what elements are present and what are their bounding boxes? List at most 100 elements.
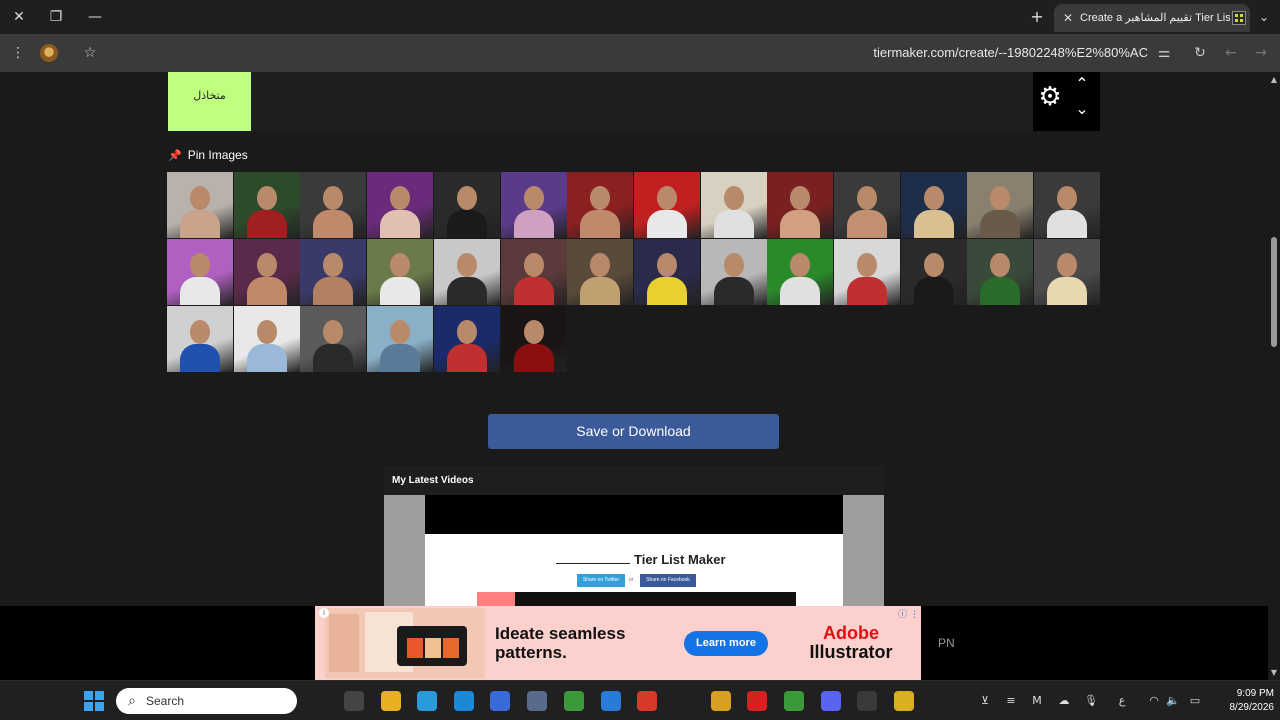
tier-image-item[interactable] [433, 172, 500, 238]
browser-tab[interactable]: ✕ Create a تقييم المشاهير Tier List [1054, 4, 1250, 32]
netflix-icon[interactable] [674, 691, 694, 711]
tray-mic-icon[interactable]: 🎙 [1083, 693, 1099, 709]
app-icon[interactable] [601, 691, 621, 711]
tier-image-item[interactable] [367, 172, 434, 238]
profile-avatar-icon[interactable] [40, 44, 58, 62]
ad-learn-more-button[interactable]: Learn more [684, 631, 768, 656]
back-icon[interactable]: ← [1221, 43, 1241, 63]
tier-image-item[interactable] [433, 239, 500, 305]
video-tier-row [477, 592, 796, 606]
page-scrollbar[interactable]: ▲ ▼ [1268, 72, 1280, 680]
bookmark-star-icon[interactable]: ☆ [80, 43, 100, 63]
scrollbar-thumb[interactable] [1271, 237, 1277, 347]
tab-close-icon[interactable]: ✕ [1060, 9, 1076, 27]
tier-image-item[interactable] [834, 239, 900, 305]
chevron-down-icon[interactable]: ⌄ [1073, 101, 1091, 117]
tier-image-item[interactable] [300, 172, 367, 238]
taskbar: ⌕ Search ⊻ ≡ M ☁ 🎙 ع ◠ 🔈 ▭ 9:09 PM 8/29/… [0, 680, 1280, 720]
tray-language-icon[interactable]: ع [1114, 693, 1130, 709]
save-download-button[interactable]: Save or Download [488, 414, 779, 449]
tier-image-item[interactable] [167, 306, 233, 372]
tier-label[interactable]: متخاذل [168, 72, 251, 131]
adobe-ad-banner[interactable]: i Ideate seamless patterns. Learn more A… [315, 606, 921, 680]
tier-image-item[interactable] [433, 306, 500, 372]
pdf-icon[interactable] [637, 691, 657, 711]
page-content: متخاذل ⚙ ⌃ ⌄ 📌 Pin Images Save or Downloa… [0, 72, 1268, 606]
tier-image-item[interactable] [567, 172, 634, 238]
tier-image-item[interactable] [900, 172, 967, 238]
kebab-menu-icon[interactable]: ⋮ [8, 43, 28, 63]
chrome-icon[interactable] [564, 691, 584, 711]
tier-image-item[interactable] [767, 172, 834, 238]
battery-icon[interactable]: ▭ [1187, 693, 1203, 709]
tray-vpn-icon[interactable]: ⊻ [977, 693, 993, 709]
url-field[interactable]: tiermaker.com/create/--19802248%E2%80%AC [700, 45, 1148, 60]
video-player[interactable]: Tier List Maker Share on Twitter or Shar… [384, 495, 884, 606]
tier-image-item[interactable] [700, 172, 767, 238]
tray-settings-icon[interactable]: ≡ [1003, 693, 1019, 709]
minimize-icon[interactable]: — [84, 7, 106, 27]
forward-icon[interactable]: → [1251, 43, 1271, 63]
tier-image-item[interactable] [167, 239, 233, 305]
tier-row[interactable]: متخاذل ⚙ ⌃ ⌄ [168, 72, 1100, 131]
tier-image-item[interactable] [1034, 239, 1101, 305]
tier-image-item[interactable] [767, 239, 834, 305]
tier-image-item[interactable] [967, 172, 1034, 238]
tab-menu-icon[interactable]: ⌄ [1254, 7, 1274, 27]
chrome-beta-icon[interactable] [711, 691, 731, 711]
tier-image-item[interactable] [233, 172, 300, 238]
tier-image-item[interactable] [567, 239, 634, 305]
tray-cloud-icon[interactable]: ☁ [1056, 693, 1072, 709]
tier-image-item[interactable] [633, 239, 700, 305]
scroll-down-icon[interactable]: ▼ [1270, 669, 1278, 677]
tier-image-item[interactable] [500, 172, 567, 238]
restore-icon[interactable]: ❐ [45, 7, 67, 27]
pin-images-toggle[interactable]: 📌 Pin Images [168, 148, 248, 162]
chrome-active-icon[interactable] [784, 691, 804, 711]
close-icon[interactable]: ✕ [8, 7, 30, 27]
tier-image-item[interactable] [633, 172, 700, 238]
videos-title: My Latest Videos [392, 475, 474, 486]
tier-image-item[interactable] [233, 306, 300, 372]
video-frame: Tier List Maker Share on Twitter or Shar… [425, 534, 843, 606]
ad-options-icon[interactable]: ⓘ ⋮ [897, 607, 919, 620]
tier-image-item[interactable] [233, 239, 300, 305]
tier-image-item[interactable] [500, 306, 567, 372]
discord-icon[interactable] [821, 691, 841, 711]
tier-image-item[interactable] [834, 172, 900, 238]
file-explorer-icon[interactable] [381, 691, 401, 711]
tier-image-item[interactable] [300, 239, 367, 305]
ad-privacy-icon[interactable]: i [319, 608, 329, 618]
taskbar-search[interactable]: ⌕ Search [116, 688, 297, 714]
tray-mail-icon[interactable]: M [1029, 693, 1045, 709]
taskbar-clock[interactable]: 9:09 PM 8/29/2026 [1220, 687, 1275, 715]
windows-start-icon[interactable] [84, 691, 104, 711]
telegram-icon[interactable] [417, 691, 437, 711]
wifi-icon[interactable]: ◠ [1146, 693, 1162, 709]
tier-image-item[interactable] [500, 239, 567, 305]
chevron-up-icon[interactable]: ⌃ [1073, 76, 1091, 92]
mail-icon[interactable] [527, 691, 547, 711]
tier-image-item[interactable] [300, 306, 367, 372]
tier-image-item[interactable] [167, 172, 233, 238]
task-view-icon[interactable] [344, 691, 364, 711]
edge-icon[interactable] [454, 691, 474, 711]
tier-image-item[interactable] [1034, 172, 1101, 238]
tier-image-item[interactable] [900, 239, 967, 305]
volume-icon[interactable]: 🔈 [1165, 693, 1181, 709]
tier-image-item[interactable] [700, 239, 767, 305]
tier-image-item[interactable] [367, 306, 434, 372]
scroll-up-icon[interactable]: ▲ [1270, 76, 1278, 84]
warning-icon[interactable] [894, 691, 914, 711]
wps-icon[interactable] [747, 691, 767, 711]
reload-icon[interactable]: ↻ [1190, 43, 1210, 63]
tier-image-item[interactable] [967, 239, 1034, 305]
new-tab-icon[interactable]: + [1027, 7, 1047, 27]
ad-brand: Adobe Illustrator [809, 623, 893, 662]
chatgpt-icon[interactable] [857, 691, 877, 711]
tier-image-item[interactable] [367, 239, 434, 305]
gear-icon[interactable]: ⚙ [1037, 84, 1063, 110]
tune-icon[interactable]: ⚌ [1154, 43, 1174, 63]
tier-controls: ⚙ ⌃ ⌄ [1033, 72, 1100, 131]
store-icon[interactable] [490, 691, 510, 711]
